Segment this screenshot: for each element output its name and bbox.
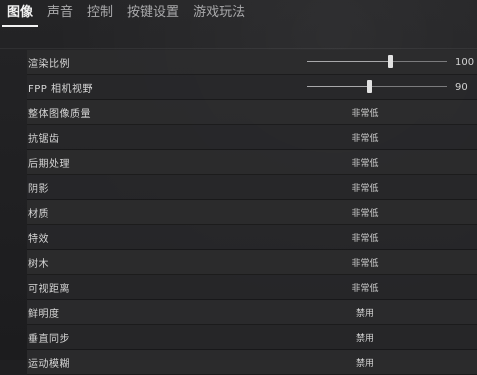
- slider-fill: [307, 61, 390, 62]
- slider-value: 100: [455, 56, 475, 68]
- setting-textures[interactable]: 材质 非常低: [27, 200, 477, 225]
- render-scale-slider[interactable]: [307, 55, 447, 68]
- setting-label: 渲染比例: [28, 58, 70, 70]
- setting-render-scale[interactable]: 渲染比例 100: [27, 50, 477, 75]
- fpp-fov-slider[interactable]: [307, 80, 447, 93]
- setting-effects[interactable]: 特效 非常低: [27, 225, 477, 250]
- setting-label: 抗锯齿: [28, 133, 60, 145]
- setting-value[interactable]: 非常低: [351, 131, 378, 144]
- setting-value[interactable]: 非常低: [351, 106, 378, 119]
- setting-value[interactable]: 禁用: [356, 331, 374, 344]
- setting-value[interactable]: 非常低: [351, 181, 378, 194]
- tab-graphics[interactable]: 图像: [0, 2, 40, 27]
- setting-label: 树木: [28, 258, 49, 270]
- setting-motion-blur[interactable]: 运动模糊 禁用: [27, 350, 477, 375]
- setting-value[interactable]: 非常低: [351, 256, 378, 269]
- slider-thumb[interactable]: [387, 55, 393, 68]
- setting-value[interactable]: 禁用: [356, 306, 374, 319]
- setting-label: 鲜明度: [28, 308, 60, 320]
- setting-label: FPP 相机视野: [28, 83, 93, 95]
- setting-anti-aliasing[interactable]: 抗锯齿 非常低: [27, 125, 477, 150]
- setting-view-distance[interactable]: 可视距离 非常低: [27, 275, 477, 300]
- settings-list: 渲染比例 100 FPP 相机视野 90 整体图像质量 非常低 抗锯齿 非常低 …: [27, 50, 477, 375]
- setting-label: 运动模糊: [28, 358, 70, 370]
- header-divider: [0, 48, 477, 49]
- tab-key-bindings[interactable]: 按键设置: [120, 2, 186, 24]
- setting-value[interactable]: 非常低: [351, 281, 378, 294]
- setting-fpp-fov[interactable]: FPP 相机视野 90: [27, 75, 477, 100]
- tab-control[interactable]: 控制: [80, 2, 120, 24]
- setting-label: 特效: [28, 233, 49, 245]
- settings-tab-bar: 图像 声音 控制 按键设置 游戏玩法: [0, 0, 477, 27]
- slider-fill: [307, 86, 369, 87]
- setting-label: 垂直同步: [28, 333, 70, 345]
- setting-label: 可视距离: [28, 283, 70, 295]
- setting-post-processing[interactable]: 后期处理 非常低: [27, 150, 477, 175]
- setting-label: 整体图像质量: [28, 108, 91, 120]
- tab-gameplay[interactable]: 游戏玩法: [186, 2, 252, 24]
- setting-value[interactable]: 禁用: [356, 356, 374, 369]
- slider-value: 90: [455, 81, 468, 93]
- setting-label: 阴影: [28, 183, 49, 195]
- setting-value[interactable]: 非常低: [351, 231, 378, 244]
- setting-overall-quality[interactable]: 整体图像质量 非常低: [27, 100, 477, 125]
- tab-sound[interactable]: 声音: [40, 2, 80, 24]
- setting-value[interactable]: 非常低: [351, 156, 378, 169]
- setting-shadows[interactable]: 阴影 非常低: [27, 175, 477, 200]
- slider-thumb[interactable]: [366, 80, 372, 93]
- setting-label: 材质: [28, 208, 49, 220]
- setting-label: 后期处理: [28, 158, 70, 170]
- setting-value[interactable]: 非常低: [351, 206, 378, 219]
- setting-sharpen[interactable]: 鲜明度 禁用: [27, 300, 477, 325]
- setting-vsync[interactable]: 垂直同步 禁用: [27, 325, 477, 350]
- setting-foliage[interactable]: 树木 非常低: [27, 250, 477, 275]
